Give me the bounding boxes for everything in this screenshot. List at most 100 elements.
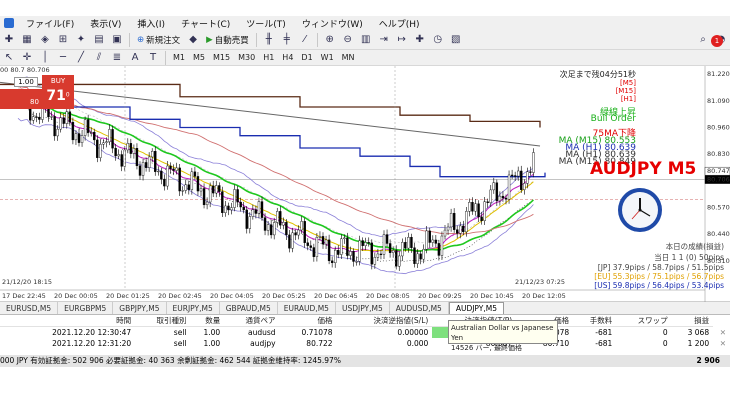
label-tool-icon[interactable]: T	[146, 51, 160, 65]
timeframe-m1[interactable]: M1	[169, 53, 189, 62]
timeframe-d1[interactable]: D1	[297, 53, 316, 62]
tab-audjpy-m5[interactable]: AUDJPY,M5	[448, 302, 505, 314]
menu-chart[interactable]: チャート(C)	[173, 17, 238, 30]
table-cell: 80.722	[306, 338, 333, 348]
stat-line-1: 当日 1 1 (0) 50pips	[654, 253, 724, 262]
trendline-icon[interactable]: ╱	[74, 51, 88, 65]
meta-editor-icon[interactable]: ◆	[186, 33, 200, 47]
tf-h1-marker: [H1]	[620, 95, 636, 103]
price-axis-label: 80.570	[707, 203, 730, 211]
candle-body	[71, 122, 75, 141]
new-order-button[interactable]: ⊕ 新規注文	[133, 32, 184, 48]
bar-chart-icon[interactable]: ╫	[262, 33, 276, 47]
candle-body	[520, 170, 523, 190]
candle-body	[529, 171, 532, 173]
timeframe-m5[interactable]: M5	[189, 53, 209, 62]
menu-insert[interactable]: 挿入(I)	[129, 17, 173, 30]
tab-audusd-m5[interactable]: AUDUSD,M5	[390, 302, 449, 314]
tab-euraud-m5[interactable]: EURAUD,M5	[278, 302, 336, 314]
search-icon[interactable]: ⌕	[696, 33, 710, 47]
vertical-line-icon[interactable]: │	[38, 51, 52, 65]
line-chart-icon[interactable]: ⁄	[298, 33, 312, 47]
menu-tools[interactable]: ツール(T)	[238, 17, 294, 30]
data-window-icon[interactable]: ⊞	[56, 33, 70, 47]
candle-body	[196, 176, 200, 192]
table-body: 2021.12.20 12:30:47 sell 1.00 audusd 0.71078…	[0, 326, 730, 349]
candle-body	[388, 243, 392, 253]
menu-bar: ファイル(F) 表示(V) 挿入(I) チャート(C) ツール(T) ウィンドウ…	[0, 16, 730, 30]
tester-icon[interactable]: ▣	[110, 33, 124, 47]
text-tool-icon[interactable]: A	[128, 51, 142, 65]
time-axis-label: 20 Dec 05:25	[262, 292, 306, 300]
candle-body	[62, 117, 65, 124]
tab-eurgbpm5[interactable]: EURGBPM5	[58, 302, 114, 314]
app-icon	[4, 18, 14, 28]
column-header[interactable]: スワップ	[616, 315, 672, 327]
timeframe-w1[interactable]: W1	[317, 53, 338, 62]
market-watch-icon[interactable]: ◈	[38, 33, 52, 47]
candle-body	[260, 201, 264, 218]
autoscroll-icon[interactable]: ↦	[395, 33, 409, 47]
fibonacci-icon[interactable]: ≣	[110, 51, 124, 65]
menu-help[interactable]: ヘルプ(H)	[371, 17, 428, 30]
left-time-label: 21/12/20 18:15	[2, 278, 52, 286]
trade-table: 時間取引種別数量通貨ペア価格決済逆指値(S/L)決済指値(T/P)価格手数料スワ…	[0, 315, 730, 349]
close-position-icon[interactable]: ✕	[713, 327, 730, 338]
close-position-icon[interactable]: ✕	[713, 338, 730, 349]
column-header[interactable]: 手数料	[573, 315, 617, 327]
buy-button[interactable]: BUY 710	[42, 75, 74, 109]
candle-body	[99, 144, 102, 158]
zoom-out-icon[interactable]: ⊖	[341, 33, 355, 47]
new-chart-icon[interactable]: ✚	[2, 33, 16, 47]
tab-gbpjpy-m5[interactable]: GBPJPY,M5	[113, 302, 167, 314]
candle-body	[245, 209, 248, 229]
column-header[interactable]: 損益	[671, 315, 714, 327]
candle-body	[77, 133, 81, 143]
tab-eurusd-m5[interactable]: EURUSD,M5	[0, 302, 59, 314]
crosshair-icon[interactable]: ✛	[20, 51, 34, 65]
menu-window[interactable]: ウィンドウ(W)	[294, 17, 371, 30]
zoom-in-icon[interactable]: ⊕	[323, 33, 337, 47]
chart-window[interactable]: 81.220 81.090 80.960 80.830 80.747 80.706 80.5…	[0, 66, 730, 302]
tab-gbpaud-m5[interactable]: GBPAUD,M5	[220, 302, 278, 314]
table-row[interactable]: 2021.12.20 12:31:20 sell 1.00 audjpy 80.722 0…	[0, 338, 730, 349]
column-header[interactable]: 数量	[190, 315, 225, 327]
menu-view[interactable]: 表示(V)	[82, 17, 129, 30]
stat-line-4: [US] 59.8pips / 56.4pips / 53.4pips	[594, 281, 724, 290]
column-header[interactable]: 決済逆指値(S/L)	[336, 315, 433, 327]
timeframe-h4[interactable]: H4	[278, 53, 297, 62]
tile-windows-icon[interactable]: ▥	[359, 33, 373, 47]
candle-body	[477, 203, 480, 218]
channel-icon[interactable]: ⫽	[92, 51, 106, 65]
navigator-icon[interactable]: ✦	[74, 33, 88, 47]
cursor-icon[interactable]: ↖	[2, 51, 16, 65]
timeframe-m30[interactable]: M30	[234, 53, 259, 62]
column-header[interactable]: 通貨ペア	[224, 315, 280, 327]
column-header[interactable]: 取引種別	[135, 315, 191, 327]
auto-trading-button[interactable]: ▶ 自動売買	[202, 32, 253, 48]
candle-body	[96, 139, 99, 158]
periods-icon[interactable]: ◷	[431, 33, 445, 47]
chart-shift-icon[interactable]: ⇥	[377, 33, 391, 47]
timeframe-mn[interactable]: MN	[338, 53, 359, 62]
auto-trading-icon: ▶	[206, 34, 213, 45]
balance-row: 000 JPY 有効証拠金: 502 906 必要証拠金: 40 363 余剰証…	[0, 355, 730, 367]
profiles-icon[interactable]: ▦	[20, 33, 34, 47]
menu-file[interactable]: ファイル(F)	[18, 17, 82, 30]
indicators-icon[interactable]: ✚	[413, 33, 427, 47]
tab-usdjpy-m5[interactable]: USDJPY,M5	[336, 302, 390, 314]
horizontal-line-icon[interactable]: ─	[56, 51, 70, 65]
tab-eurjpy-m5[interactable]: EURJPY,M5	[167, 302, 220, 314]
table-row[interactable]: 2021.12.20 12:30:47 sell 1.00 audusd 0.71078…	[0, 326, 730, 338]
lot-size-input[interactable]: 1.00	[14, 77, 38, 87]
templates-icon[interactable]: ▧	[449, 33, 463, 47]
candlestick-icon[interactable]: ╪	[280, 33, 294, 47]
timeframe-m15[interactable]: M15	[209, 53, 234, 62]
chat-icon[interactable]: ◔1	[711, 33, 728, 47]
column-header[interactable]: 時間	[0, 315, 136, 327]
timeframe-h1[interactable]: H1	[259, 53, 278, 62]
column-header[interactable]: 価格	[279, 315, 337, 327]
sell-button[interactable]: 80	[0, 89, 42, 109]
candle-body	[523, 183, 526, 190]
terminal-icon[interactable]: ▤	[92, 33, 106, 47]
